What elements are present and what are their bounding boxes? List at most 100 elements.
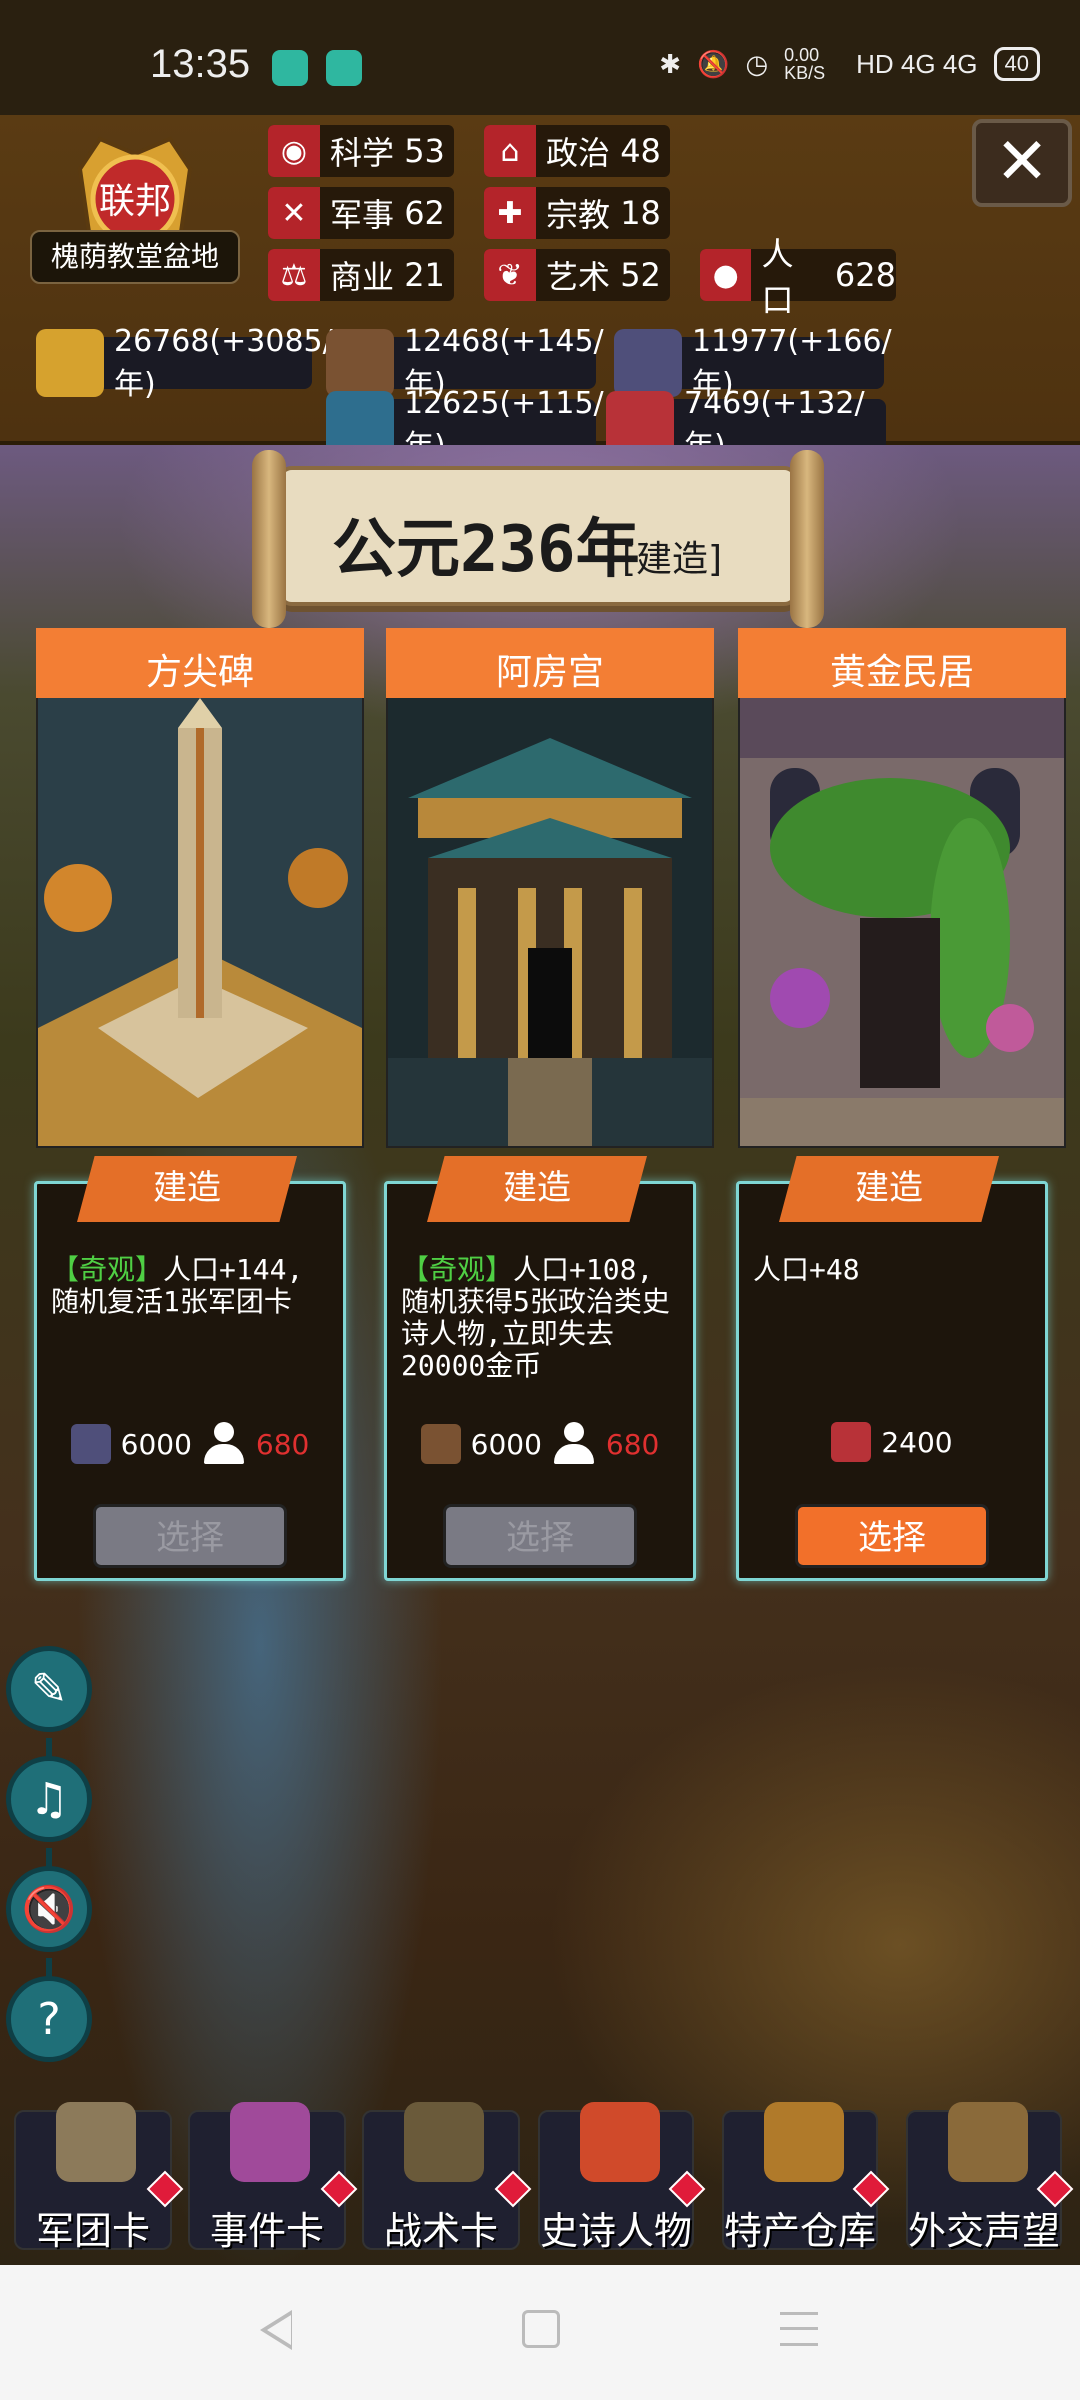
emblem-text: 联邦 — [99, 181, 171, 222]
status-time: 13:35 — [150, 42, 251, 86]
helmet-icon — [56, 2102, 136, 2182]
card-cost: 2400 — [739, 1422, 1045, 1462]
stat-art: ❦ 艺术 52 — [484, 249, 670, 301]
menu-icon[interactable] — [780, 2312, 818, 2346]
resource-gold: 26768(+3085/年) — [36, 324, 333, 402]
stone-icon — [70, 1424, 111, 1464]
card-description: 人口+48 — [753, 1254, 1033, 1286]
population-icon — [202, 1422, 246, 1466]
chain-divider — [46, 1738, 52, 1758]
cost-value: 6000 — [470, 1427, 542, 1461]
build-tag: 建造 — [77, 1156, 297, 1222]
stat-value: 48 — [620, 132, 661, 170]
stat-label: 科学 — [330, 134, 395, 172]
resource-wood: 12468(+145/年) — [326, 324, 604, 402]
wonder-tag: 【奇观】 — [401, 1253, 514, 1286]
tab-specialty-warehouse[interactable]: 特产仓库 — [722, 2102, 890, 2253]
alarm-icon: ◷ — [745, 48, 769, 79]
politics-icon: ⌂ — [484, 125, 536, 177]
chain-divider — [46, 1848, 52, 1868]
card-body: 建造 【奇观】人口+108,随机获得5张政治类史诗人物,立即失去20000金币 … — [384, 1156, 696, 1581]
tab-label: 事件卡 — [209, 2209, 324, 2253]
art-icon: ❦ — [484, 249, 536, 301]
resource-value: 26768(+3085/年) — [114, 323, 333, 402]
card-body: 建造 人口+48 2400 选择 — [736, 1156, 1048, 1581]
resource-meat: 7469(+132/年) — [606, 386, 886, 464]
scroll-icon — [230, 2102, 310, 2182]
civ-name: 槐荫教堂盆地 — [30, 230, 240, 284]
chest-icon — [764, 2102, 844, 2182]
wood-icon — [420, 1424, 461, 1464]
tab-tactic-cards[interactable]: 战术卡 — [362, 2102, 532, 2253]
tab-label: 战术卡 — [383, 2209, 498, 2253]
help-button[interactable]: ? — [6, 1976, 92, 2062]
tab-label: 外交声望 — [908, 2209, 1061, 2253]
resource-iron: 12625(+115/年) — [326, 386, 604, 464]
tab-event-cards[interactable]: 事件卡 — [188, 2102, 358, 2253]
app-notification-icon — [272, 50, 308, 86]
back-icon[interactable] — [260, 2310, 292, 2350]
select-button[interactable]: 选择 — [795, 1504, 989, 1568]
stat-population: ● 人口 628 — [700, 235, 896, 319]
golden-residence-image — [738, 698, 1066, 1148]
card-cost: 6000 680 — [37, 1422, 343, 1466]
science-icon: ◉ — [268, 125, 320, 177]
pop-requirement: 680 — [605, 1427, 660, 1461]
stat-value: 62 — [404, 194, 445, 232]
wood-icon — [326, 329, 394, 397]
stat-politics: ⌂ 政治 48 — [484, 125, 670, 177]
building-card-obelisk[interactable]: 方尖碑 建造 【奇观】人口+144,随机复活1张军团卡 6000 680 选择 — [34, 628, 364, 1581]
era-year: 公元236年 — [332, 513, 640, 587]
stat-value: 52 — [620, 256, 661, 294]
building-card-epang-palace[interactable]: 阿房宫 建造 【奇观】人口+108,随机获得5张政治类史诗人物,立即失去2000… — [384, 628, 714, 1581]
population-icon: ● — [700, 249, 752, 301]
stat-label: 艺术 — [546, 258, 611, 296]
build-tag: 建造 — [427, 1156, 647, 1222]
population-icon — [552, 1422, 596, 1466]
stat-commerce: ⚖ 商业 21 — [268, 249, 454, 301]
mute-status-icon: 🔕 — [697, 48, 730, 79]
music-toggle-button[interactable]: ♫ — [6, 1756, 92, 1842]
sound-toggle-button[interactable]: 🔇 — [6, 1866, 92, 1952]
stat-label: 军事 — [330, 196, 395, 234]
tab-label: 史诗人物 — [540, 2209, 693, 2253]
tab-legion-cards[interactable]: 军团卡 — [14, 2102, 184, 2253]
build-tag: 建造 — [779, 1156, 999, 1222]
military-icon: ✕ — [268, 187, 320, 239]
close-button[interactable]: ✕ — [972, 119, 1072, 207]
religion-icon: ✚ — [484, 187, 536, 239]
help-icon: ? — [37, 1993, 61, 2045]
stat-value: 628 — [834, 256, 896, 294]
gold-icon — [36, 329, 104, 397]
letter-icon — [948, 2102, 1028, 2182]
tab-epic-figures[interactable]: 史诗人物 — [538, 2102, 706, 2253]
net-speed: 0.00 KB/S — [784, 45, 826, 83]
home-icon[interactable] — [522, 2310, 560, 2348]
stat-label: 宗教 — [546, 196, 611, 234]
stat-label: 人口 — [761, 235, 794, 319]
resource-stone: 11977(+166/年) — [614, 324, 892, 402]
civ-header: 联邦 槐荫教堂盆地 ◉ 科学 53 ⌂ 政治 48 ✕ 军事 62 ✚ 宗教 18 ⚖ 商… — [0, 115, 1080, 464]
obelisk-image — [36, 698, 364, 1148]
chain-divider — [46, 1958, 52, 1978]
select-button[interactable]: 选择 — [93, 1504, 287, 1568]
stat-value: 18 — [620, 194, 661, 232]
log-button[interactable]: ✎ — [6, 1646, 92, 1732]
select-button[interactable]: 选择 — [443, 1504, 637, 1568]
commerce-icon: ⚖ — [268, 249, 320, 301]
era-phase: [建造] — [622, 539, 723, 580]
battery-icon: 40 — [993, 47, 1040, 81]
no-music-icon: ♫ — [29, 1773, 69, 1825]
stat-science: ◉ 科学 53 — [268, 125, 454, 177]
network-indicator: HD 4G 4G — [856, 48, 978, 79]
card-description: 【奇观】人口+108,随机获得5张政治类史诗人物,立即失去20000金币 — [401, 1254, 681, 1382]
building-card-golden-residence[interactable]: 黄金民居 建造 人口+48 2400 选择 — [736, 628, 1066, 1581]
bottom-tab-bar: 军团卡 事件卡 战术卡 史诗人物 特产仓库 外交声望 — [0, 2090, 1080, 2265]
stat-label: 商业 — [330, 258, 395, 296]
pop-requirement: 680 — [255, 1427, 310, 1461]
tab-diplomacy-prestige[interactable]: 外交声望 — [906, 2102, 1074, 2253]
stat-value: 53 — [404, 132, 445, 170]
epang-palace-image — [386, 698, 714, 1148]
cost-value: 6000 — [120, 1427, 192, 1461]
bluetooth-icon: ✱ — [659, 48, 682, 79]
